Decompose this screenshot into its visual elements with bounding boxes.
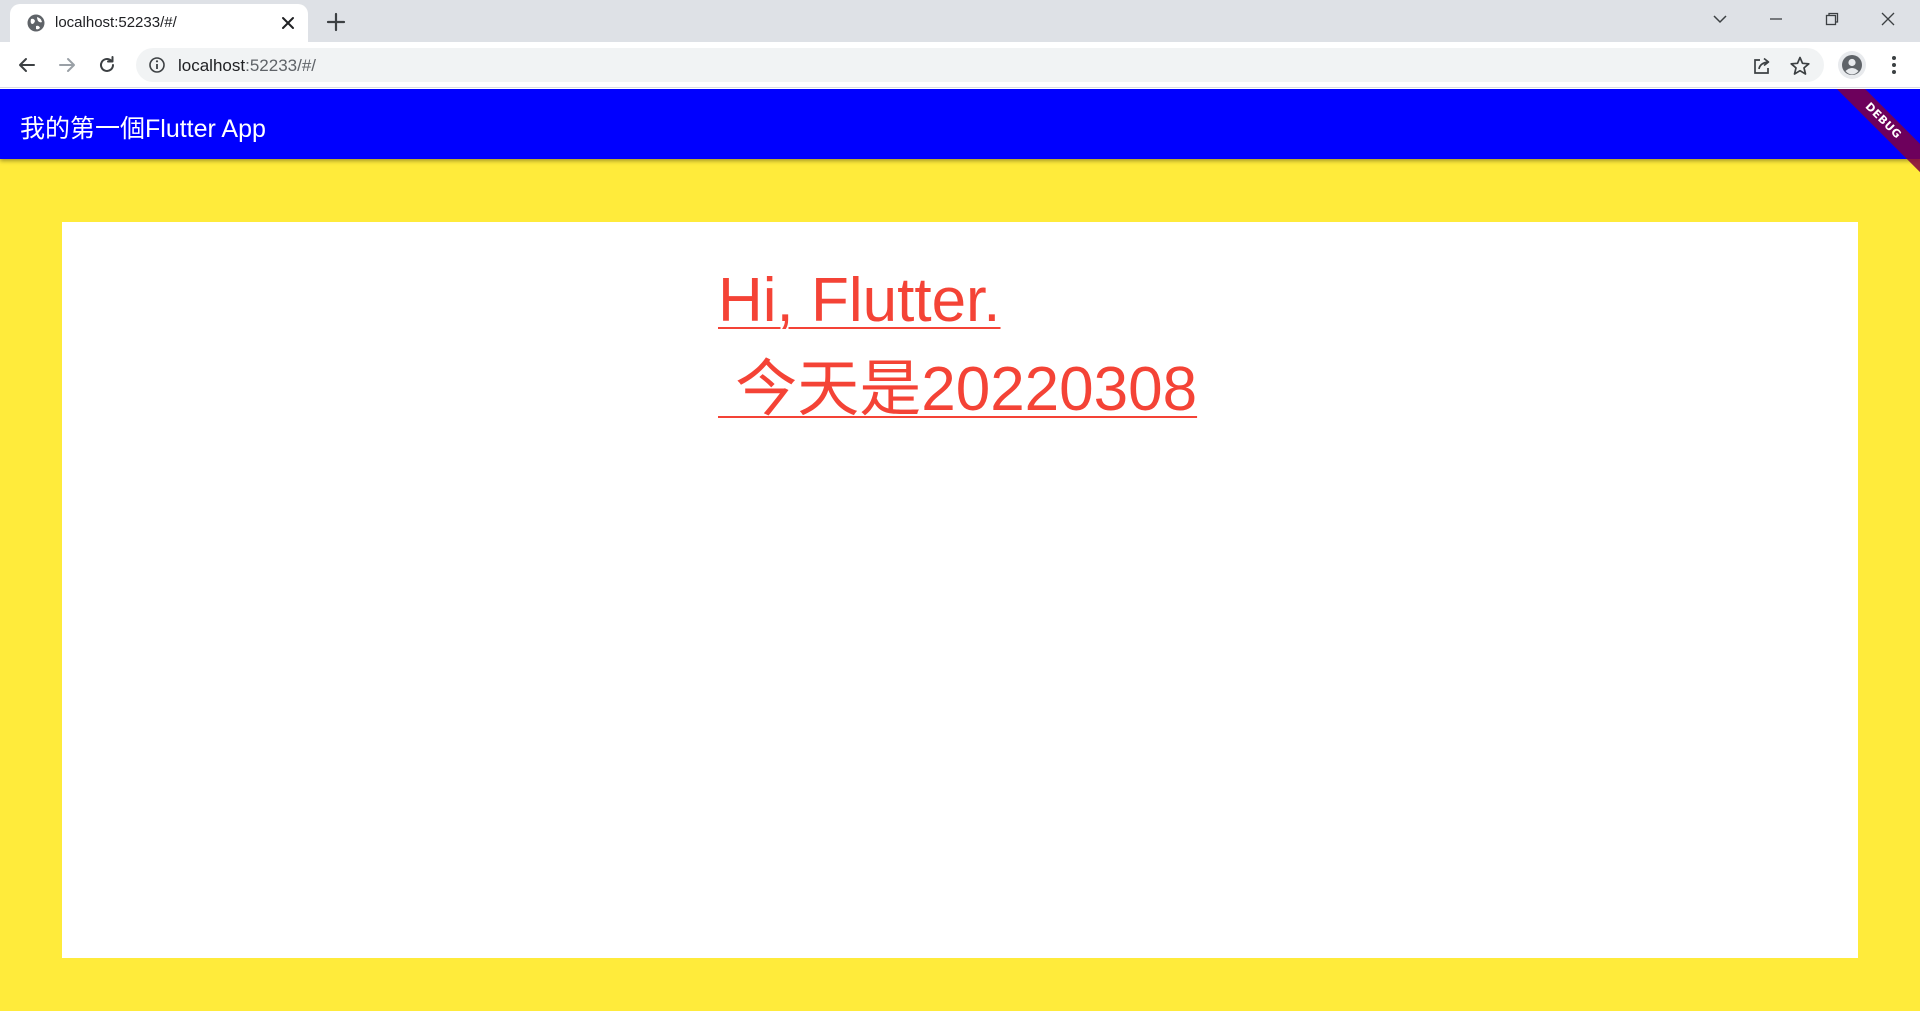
greeting-text: Hi, Flutter. 今天是20220308 bbox=[718, 256, 1197, 434]
tab-search-button[interactable] bbox=[1692, 0, 1748, 38]
menu-button[interactable] bbox=[1880, 51, 1908, 79]
reload-icon bbox=[100, 56, 114, 72]
address-bar[interactable]: localhost:52233/#/ bbox=[136, 48, 1824, 82]
address-path: :52233/#/ bbox=[245, 56, 317, 75]
browser-toolbar: localhost:52233/#/ bbox=[0, 42, 1920, 88]
reload-button[interactable] bbox=[93, 51, 121, 79]
profile-button[interactable] bbox=[1838, 51, 1866, 79]
arrow-left-icon bbox=[19, 58, 35, 72]
plus-icon[interactable] bbox=[324, 10, 348, 34]
info-icon[interactable] bbox=[148, 56, 166, 74]
tab-title: localhost:52233/#/ bbox=[55, 14, 177, 31]
chevron-down-icon bbox=[1713, 15, 1727, 24]
app-bar-title: 我的第一個Flutter App bbox=[20, 115, 266, 143]
close-window-button[interactable] bbox=[1860, 0, 1916, 38]
minimize-button[interactable] bbox=[1748, 0, 1804, 38]
star-icon[interactable] bbox=[1789, 55, 1811, 77]
flutter-app: 我的第一個Flutter App DEBUG Hi, Flutter. 今天是2… bbox=[0, 89, 1920, 1012]
arrow-right-icon bbox=[59, 58, 75, 72]
greeting-line-2: 今天是20220308 bbox=[718, 355, 1198, 424]
globe-icon bbox=[27, 14, 45, 32]
address-host: localhost bbox=[178, 56, 246, 75]
address-url: localhost:52233/#/ bbox=[178, 56, 316, 76]
restore-icon bbox=[1825, 12, 1839, 26]
minimize-icon bbox=[1770, 18, 1782, 20]
close-icon[interactable] bbox=[280, 15, 296, 31]
browser-tab[interactable]: localhost:52233/#/ bbox=[10, 4, 308, 42]
greeting-line-1: Hi, Flutter. bbox=[718, 266, 1001, 335]
tab-strip: localhost:52233/#/ bbox=[0, 0, 1920, 42]
close-window-icon bbox=[1881, 12, 1895, 26]
app-bar: 我的第一個Flutter App bbox=[0, 89, 1920, 159]
content-card: Hi, Flutter. 今天是20220308 bbox=[62, 222, 1858, 958]
back-button[interactable] bbox=[13, 51, 41, 79]
restore-button[interactable] bbox=[1804, 0, 1860, 38]
more-vert-icon bbox=[1892, 56, 1896, 74]
person-icon bbox=[1842, 55, 1862, 75]
forward-button[interactable] bbox=[53, 51, 81, 79]
share-icon[interactable] bbox=[1751, 55, 1773, 77]
